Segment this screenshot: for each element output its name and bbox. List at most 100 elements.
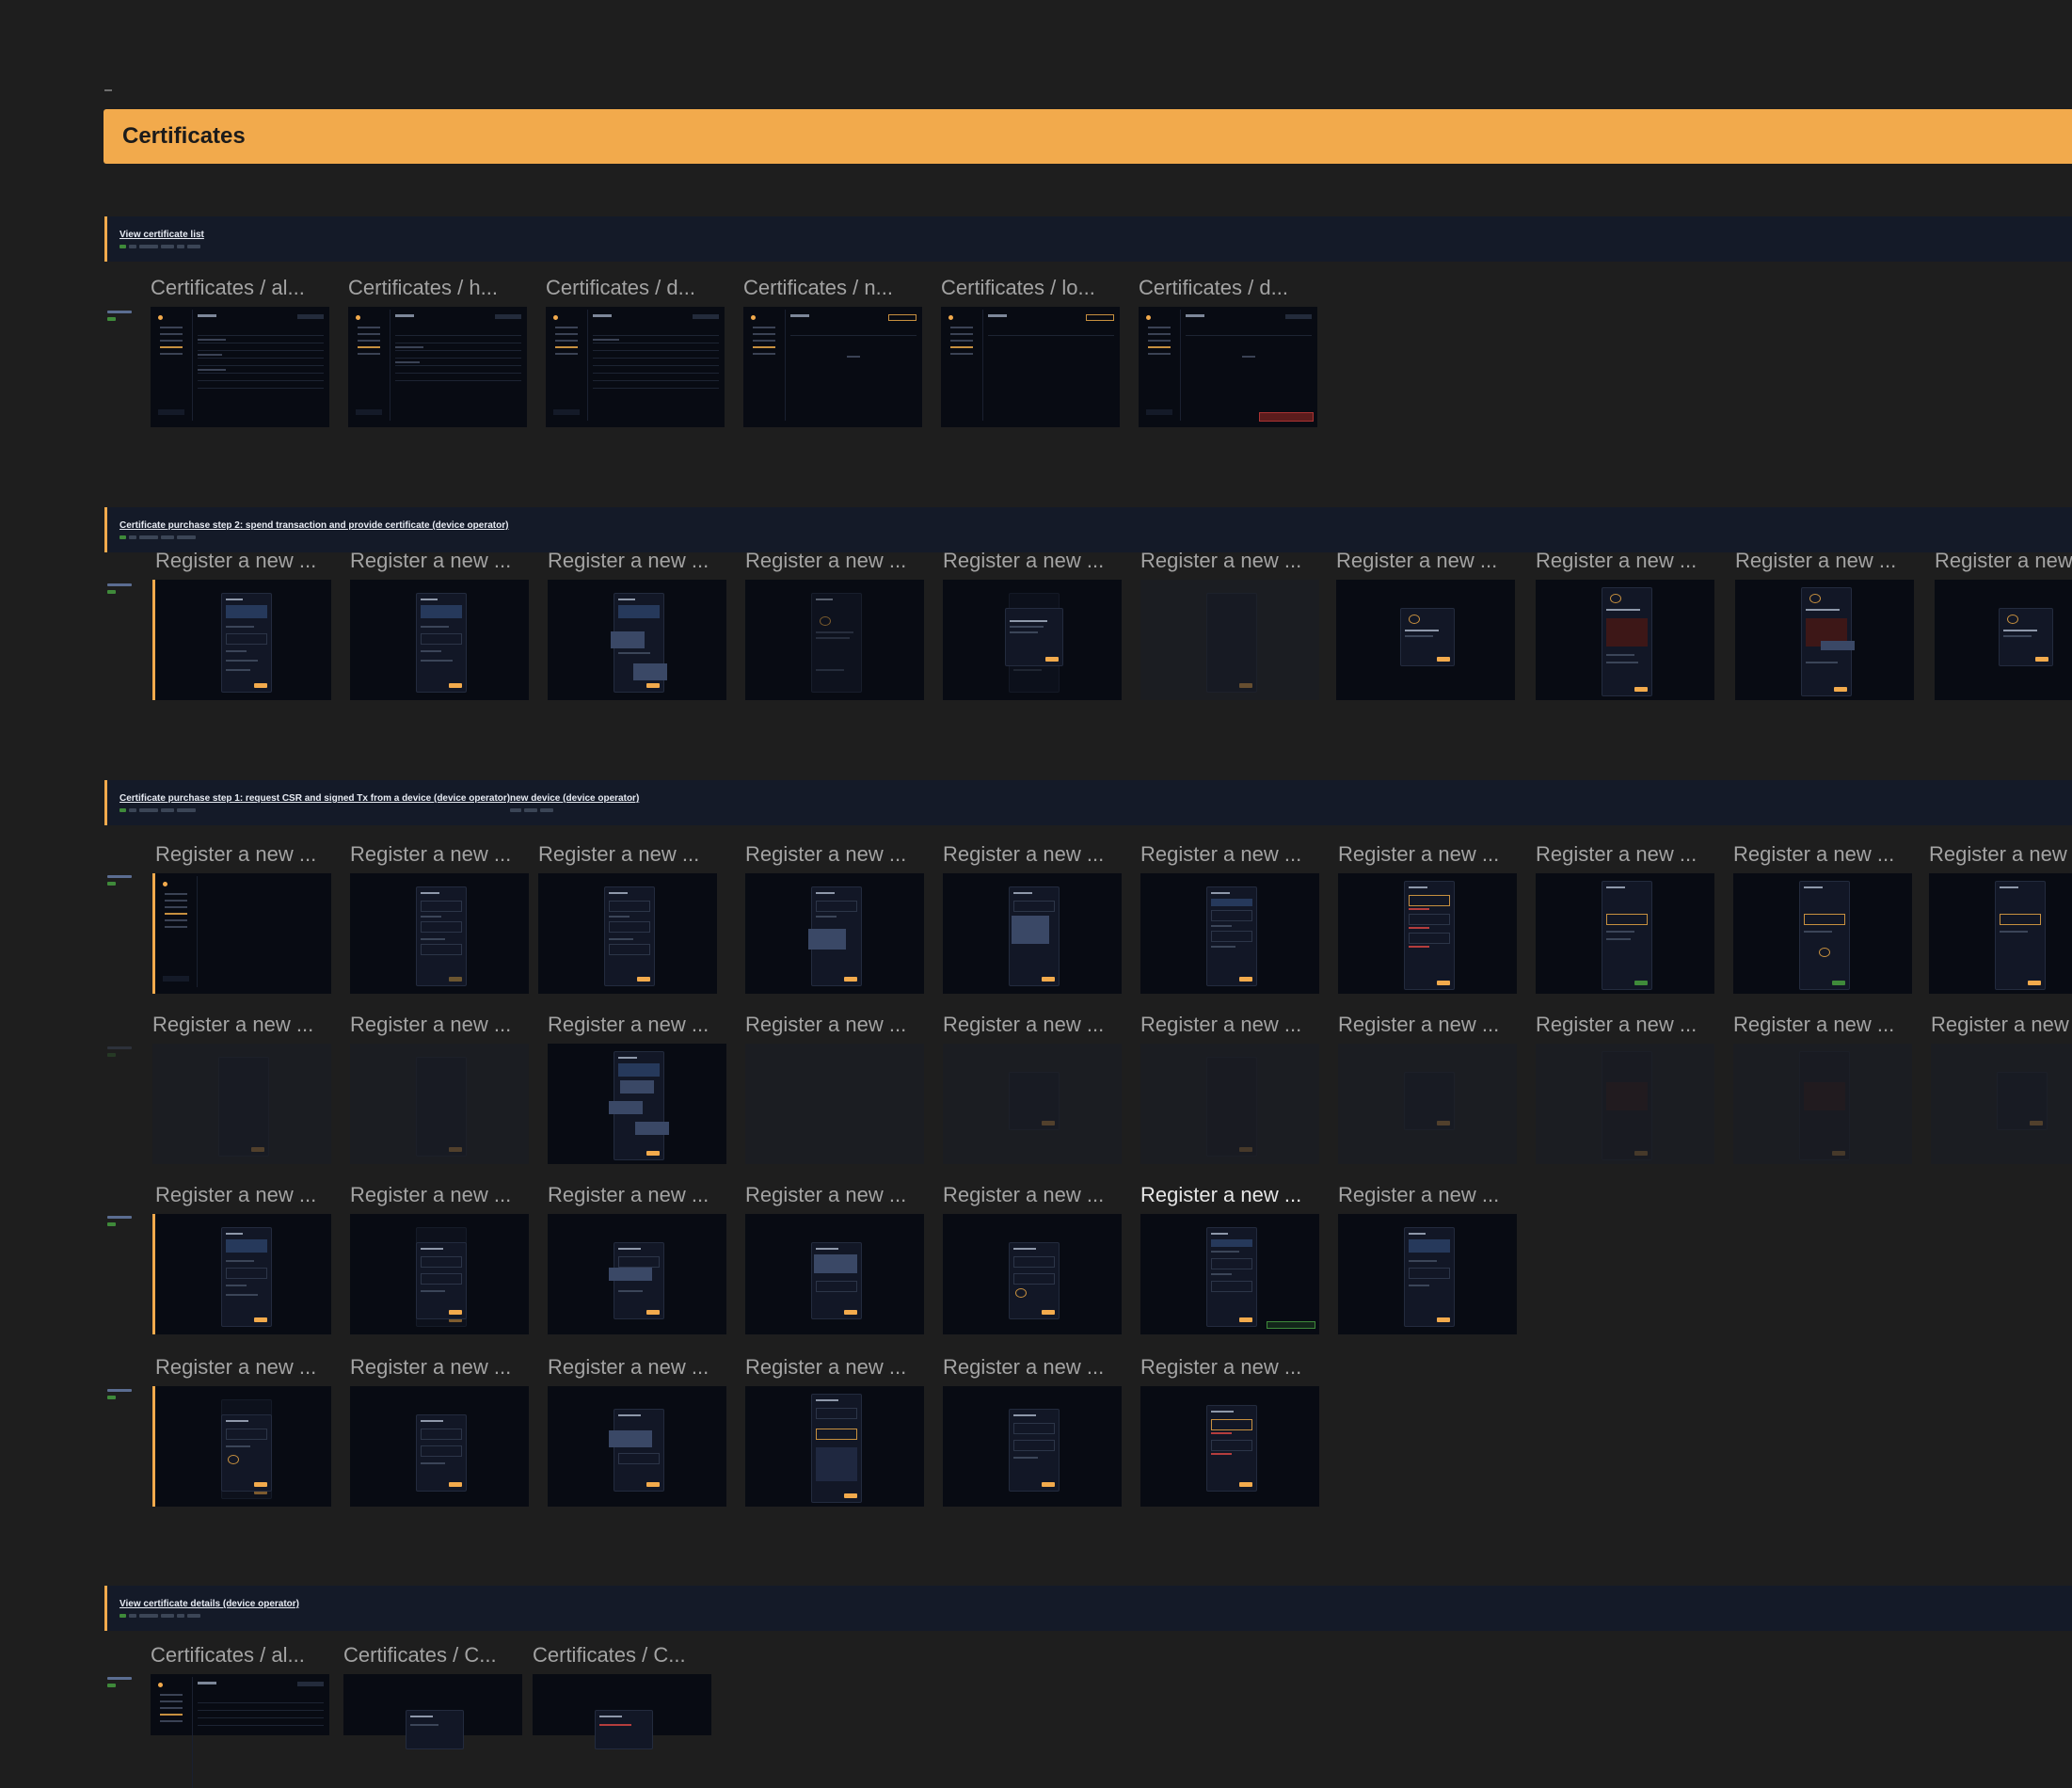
frame-list-5[interactable]: Certificates / lo...	[941, 276, 1120, 427]
frame-title: Register a new ...	[1338, 1183, 1500, 1206]
frame-step2-2[interactable]: Register a new ...	[350, 549, 529, 700]
section-link-purchase-step-1[interactable]: Certificate purchase step 1: request CSR…	[120, 793, 510, 804]
frame-step2-8[interactable]: Register a new ...	[1536, 549, 1714, 700]
section-link-view-certificate-list[interactable]: View certificate list	[120, 230, 204, 240]
row-label-step-1-a	[107, 875, 149, 894]
frame-step1-r2-8[interactable]: Register a new ...	[1536, 1013, 1714, 1164]
frame-title: Certificates / al...	[151, 1643, 305, 1667]
frame-step1-r3-7[interactable]: Register a new ...	[1338, 1183, 1517, 1334]
frame-step2-10[interactable]: Register a new	[1935, 549, 2072, 700]
section-view-certificate-list: View certificate list	[104, 216, 2072, 262]
frame-step2-7[interactable]: Register a new ...	[1336, 549, 1515, 700]
frame-step1-r1-7[interactable]: Register a new ...	[1338, 842, 1517, 994]
frame-step1-r2-5[interactable]: Register a new ...	[943, 1013, 1122, 1164]
frame-step2-9[interactable]: Register a new ...	[1735, 549, 1914, 700]
frame-title: Register a new ...	[152, 1013, 314, 1036]
frame-title: Certificates / n...	[743, 276, 893, 299]
frame-step1-r3-1[interactable]: Register a new ...	[152, 1183, 331, 1334]
frame-details-3[interactable]: Certificates / C...	[533, 1643, 711, 1749]
frame-step1-r2-1[interactable]: Register a new ...	[152, 1013, 331, 1164]
frame-title: Certificates / C...	[533, 1643, 686, 1667]
frame-step1-r3-2[interactable]: Register a new ...	[350, 1183, 529, 1334]
frame-step1-r4-1[interactable]: Register a new ...	[152, 1355, 331, 1507]
frame-list-1[interactable]: Certificates / al...	[151, 276, 329, 427]
frame-title: Register a new ...	[155, 1183, 317, 1206]
frame-step1-r1-8[interactable]: Register a new ...	[1536, 842, 1714, 994]
frame-step1-r4-3[interactable]: Register a new ...	[548, 1355, 726, 1507]
frame-step1-r4-5[interactable]: Register a new ...	[943, 1355, 1122, 1507]
frame-title: Register a new ...	[745, 1183, 907, 1206]
row-label-view-list	[107, 311, 149, 329]
section-view-certificate-details: View certificate details (device operato…	[104, 1586, 2072, 1631]
frame-step1-r1-9[interactable]: Register a new ...	[1733, 842, 1912, 994]
frame-step1-r3-5[interactable]: Register a new ...	[943, 1183, 1122, 1334]
frame-step1-r3-6[interactable]: Register a new ...	[1140, 1183, 1319, 1334]
frame-title: Certificates / al...	[151, 276, 305, 299]
section-meta	[120, 245, 200, 248]
row-label-step-2	[107, 583, 149, 602]
frame-step1-r2-4[interactable]: Register a new ...	[745, 1013, 924, 1164]
frame-step1-r2-6[interactable]: Register a new ...	[1140, 1013, 1319, 1164]
frame-step2-5[interactable]: Register a new ...	[943, 549, 1122, 700]
frame-step1-r2-10[interactable]: Register a new	[1931, 1013, 2072, 1164]
page-title: Certificates	[122, 123, 246, 149]
frame-title: Register a new ...	[1336, 549, 1498, 572]
frame-step1-r3-4[interactable]: Register a new ...	[745, 1183, 924, 1334]
frame-step2-4[interactable]: Register a new ...	[745, 549, 924, 700]
section-link-purchase-step-2[interactable]: Certificate purchase step 2: spend trans…	[120, 520, 508, 531]
frame-title: Register a new ...	[548, 549, 709, 572]
frame-title: Register a new ...	[745, 549, 907, 572]
frame-list-2[interactable]: Certificates / h...	[348, 276, 527, 427]
frame-details-1[interactable]: Certificates / al...	[151, 1643, 329, 1788]
section-meta	[120, 1614, 200, 1618]
frame-list-6[interactable]: Certificates / d...	[1139, 276, 1317, 427]
frame-title: Certificates / C...	[343, 1643, 497, 1667]
frame-step1-r1-1[interactable]: Register a new ...	[152, 842, 331, 994]
section-link-new-device[interactable]: new device (device operator)	[510, 793, 639, 804]
frame-step2-6[interactable]: Register a new ...	[1140, 549, 1319, 700]
frame-step2-1[interactable]: Register a new ...	[152, 549, 331, 700]
row-label-details	[107, 1677, 149, 1696]
frame-step1-r2-2[interactable]: Register a new ...	[350, 1013, 529, 1164]
frame-title: Register a new ...	[1140, 1183, 1302, 1206]
frame-list-4[interactable]: Certificates / n...	[743, 276, 922, 427]
frame-title: Register a new ...	[1733, 842, 1895, 866]
frame-step1-r1-6[interactable]: Register a new ...	[1140, 842, 1319, 994]
frame-title: Register a new ...	[155, 1355, 317, 1379]
section-link-view-certificate-details[interactable]: View certificate details (device operato…	[120, 1599, 299, 1609]
frame-title: Register a new ...	[1140, 549, 1302, 572]
frame-step1-r4-6[interactable]: Register a new ...	[1140, 1355, 1319, 1507]
frame-step1-r2-7[interactable]: Register a new ...	[1338, 1013, 1517, 1164]
frame-title: Register a new ...	[548, 1013, 709, 1036]
frame-title: Register a new ...	[155, 842, 317, 866]
frame-title: Register a new ...	[943, 1355, 1105, 1379]
frame-step1-r2-9[interactable]: Register a new ...	[1733, 1013, 1912, 1164]
frame-step1-r4-2[interactable]: Register a new ...	[350, 1355, 529, 1507]
frame-title: Register a new ...	[943, 842, 1105, 866]
frame-step1-r3-3[interactable]: Register a new ...	[548, 1183, 726, 1334]
section-meta	[120, 535, 196, 539]
frame-title: Register a new ...	[745, 842, 907, 866]
row-label-step-1-d	[107, 1389, 149, 1408]
frame-step1-r1-5[interactable]: Register a new ...	[943, 842, 1122, 994]
row-label-step-1-c	[107, 1216, 149, 1235]
frame-step1-r1-10[interactable]: Register a new	[1929, 842, 2072, 994]
frame-title: Register a new	[1935, 549, 2072, 572]
frame-title: Register a new ...	[1536, 549, 1697, 572]
frame-step1-r1-2[interactable]: Register a new ...	[350, 842, 529, 994]
frame-step1-r2-3[interactable]: Register a new ...	[548, 1013, 726, 1164]
frame-title: Register a new ...	[745, 1355, 907, 1379]
frame-step2-3[interactable]: Register a new ...	[548, 549, 726, 700]
section-meta-new-device	[510, 808, 553, 812]
frame-step1-r4-4[interactable]: Register a new ...	[745, 1355, 924, 1507]
frame-step1-r1-4[interactable]: Register a new ...	[745, 842, 924, 994]
frame-list-3[interactable]: Certificates / d...	[546, 276, 725, 427]
frame-details-2[interactable]: Certificates / C...	[343, 1643, 522, 1749]
frame-title: Register a new ...	[350, 1355, 512, 1379]
frame-title: Register a new ...	[548, 1183, 709, 1206]
section-meta	[120, 808, 196, 812]
frame-title: Register a new ...	[943, 549, 1105, 572]
frame-title: Register a new ...	[155, 549, 317, 572]
row-label-step-1-b	[107, 1046, 149, 1065]
frame-step1-r1-3[interactable]: Register a new ...	[538, 842, 717, 994]
